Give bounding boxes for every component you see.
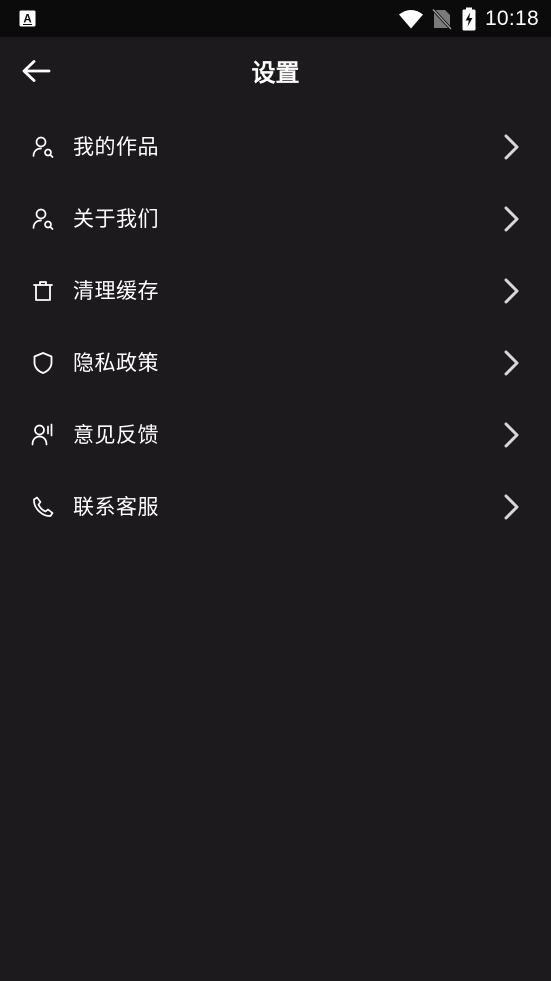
menu-item-contact-service[interactable]: 联系客服 <box>0 470 551 542</box>
menu-item-clear-cache[interactable]: 清理缓存 <box>0 254 551 326</box>
wifi-icon <box>398 8 424 30</box>
menu-item-my-works[interactable]: 我的作品 <box>0 110 551 182</box>
app-icon-label: A <box>23 14 31 26</box>
trash-icon <box>31 279 55 303</box>
app-notification-icon: A <box>19 10 36 27</box>
menu-item-label: 清理缓存 <box>73 279 159 303</box>
chevron-right-icon <box>501 494 523 520</box>
user-search-icon <box>31 207 55 231</box>
menu-item-label: 隐私政策 <box>73 351 159 375</box>
chevron-right-icon <box>501 278 523 304</box>
menu-item-label: 意见反馈 <box>73 423 159 447</box>
phone-icon <box>31 495 55 519</box>
menu-item-label: 关于我们 <box>73 207 159 231</box>
chevron-right-icon <box>501 206 523 232</box>
page-title: 设置 <box>251 59 300 87</box>
menu-item-privacy-policy[interactable]: 隐私政策 <box>0 326 551 398</box>
menu-item-label: 联系客服 <box>73 495 159 519</box>
battery-charging-icon <box>462 7 476 31</box>
menu-item-label: 我的作品 <box>73 135 159 159</box>
menu-item-feedback[interactable]: 意见反馈 <box>0 398 551 470</box>
shield-icon <box>31 351 55 375</box>
settings-menu: 我的作品 关于我们 清理缓存 隐私政策 意见反馈 联系客服 <box>0 110 551 542</box>
user-voice-icon <box>31 423 55 447</box>
chevron-right-icon <box>501 422 523 448</box>
status-bar: A 10:18 <box>0 0 551 37</box>
chevron-right-icon <box>501 350 523 376</box>
user-search-icon <box>31 135 55 159</box>
status-time: 10:18 <box>484 6 539 30</box>
menu-item-about-us[interactable]: 关于我们 <box>0 182 551 254</box>
chevron-right-icon <box>501 134 523 160</box>
app-header: 设置 <box>0 37 551 110</box>
no-sim-icon <box>431 7 452 30</box>
